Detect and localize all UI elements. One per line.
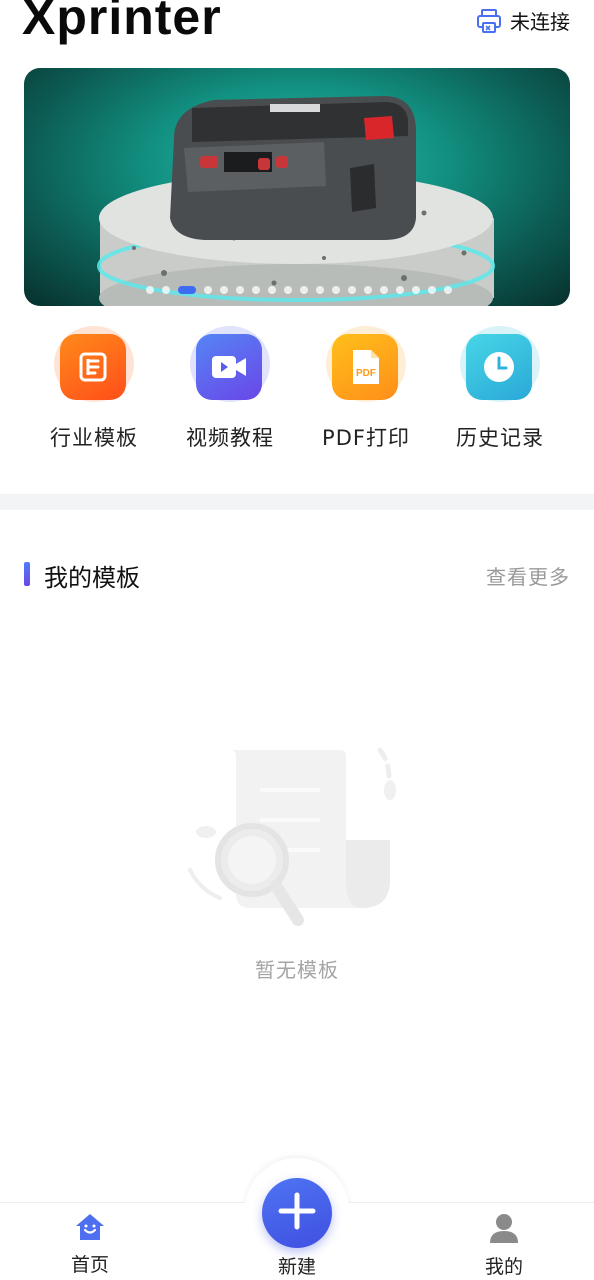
user-icon <box>488 1214 520 1248</box>
tab-profile[interactable]: 我的 <box>444 1212 564 1279</box>
header: Xprinter 未连接 <box>0 0 594 60</box>
video-camera-icon <box>196 334 262 400</box>
printer-product-image <box>97 96 495 306</box>
svg-text:PDF: PDF <box>356 368 376 379</box>
carousel-dot[interactable] <box>332 286 340 294</box>
plus-icon <box>277 1191 317 1235</box>
carousel-dot[interactable] <box>412 286 420 294</box>
carousel-dot[interactable] <box>284 286 292 294</box>
brand-logo-text: Xprinter <box>22 0 222 45</box>
section-divider <box>0 494 594 510</box>
quick-action-history[interactable]: 历史记录 <box>430 326 570 452</box>
quick-action-label: 视频教程 <box>186 426 274 450</box>
tab-label: 首页 <box>70 1254 109 1276</box>
quick-action-label: 行业模板 <box>50 426 138 450</box>
home-icon <box>74 1214 106 1246</box>
promo-banner-carousel[interactable] <box>24 68 570 306</box>
connection-status-text: 未连接 <box>510 10 570 34</box>
carousel-dot[interactable] <box>396 286 404 294</box>
carousel-dot[interactable] <box>300 286 308 294</box>
section-accent-bar <box>24 562 30 586</box>
quick-action-label: PDF打印 <box>322 426 410 450</box>
template-list-icon <box>60 334 126 400</box>
quick-action-pdf-print[interactable]: PDF PDF打印 <box>296 326 436 452</box>
quick-action-industry-templates[interactable]: 行业模板 <box>24 326 164 452</box>
carousel-dot[interactable] <box>178 286 196 294</box>
carousel-dot[interactable] <box>236 286 244 294</box>
new-button-label: 新建 <box>277 1256 316 1278</box>
printer-disconnected-icon <box>476 8 502 34</box>
connection-status-button[interactable]: 未连接 <box>476 6 570 35</box>
quick-action-label: 历史记录 <box>456 426 544 450</box>
carousel-dot[interactable] <box>146 286 154 294</box>
pdf-file-icon: PDF <box>332 334 398 400</box>
carousel-dot[interactable] <box>204 286 212 294</box>
carousel-indicator <box>146 286 452 294</box>
view-more-link[interactable]: 查看更多 <box>486 561 570 590</box>
tab-label: 我的 <box>484 1256 523 1278</box>
my-templates-header: 我的模板 查看更多 <box>0 558 594 592</box>
carousel-dot[interactable] <box>364 286 372 294</box>
empty-document-search-icon <box>180 730 420 940</box>
new-button[interactable] <box>262 1178 332 1248</box>
carousel-dot[interactable] <box>316 286 324 294</box>
carousel-dot[interactable] <box>348 286 356 294</box>
carousel-dot[interactable] <box>428 286 436 294</box>
carousel-dot[interactable] <box>268 286 276 294</box>
carousel-dot[interactable] <box>380 286 388 294</box>
carousel-dot[interactable] <box>162 286 170 294</box>
clock-icon <box>466 334 532 400</box>
empty-state-text: 暂无模板 <box>255 958 339 982</box>
quick-actions: 行业模板 视频教程 PDF PDF打印 历史记录 <box>0 326 594 470</box>
quick-action-video-tutorials[interactable]: 视频教程 <box>160 326 300 452</box>
carousel-dot[interactable] <box>444 286 452 294</box>
tab-home[interactable]: 首页 <box>30 1212 150 1277</box>
carousel-dot[interactable] <box>220 286 228 294</box>
section-title: 我的模板 <box>44 564 140 592</box>
carousel-dot[interactable] <box>252 286 260 294</box>
